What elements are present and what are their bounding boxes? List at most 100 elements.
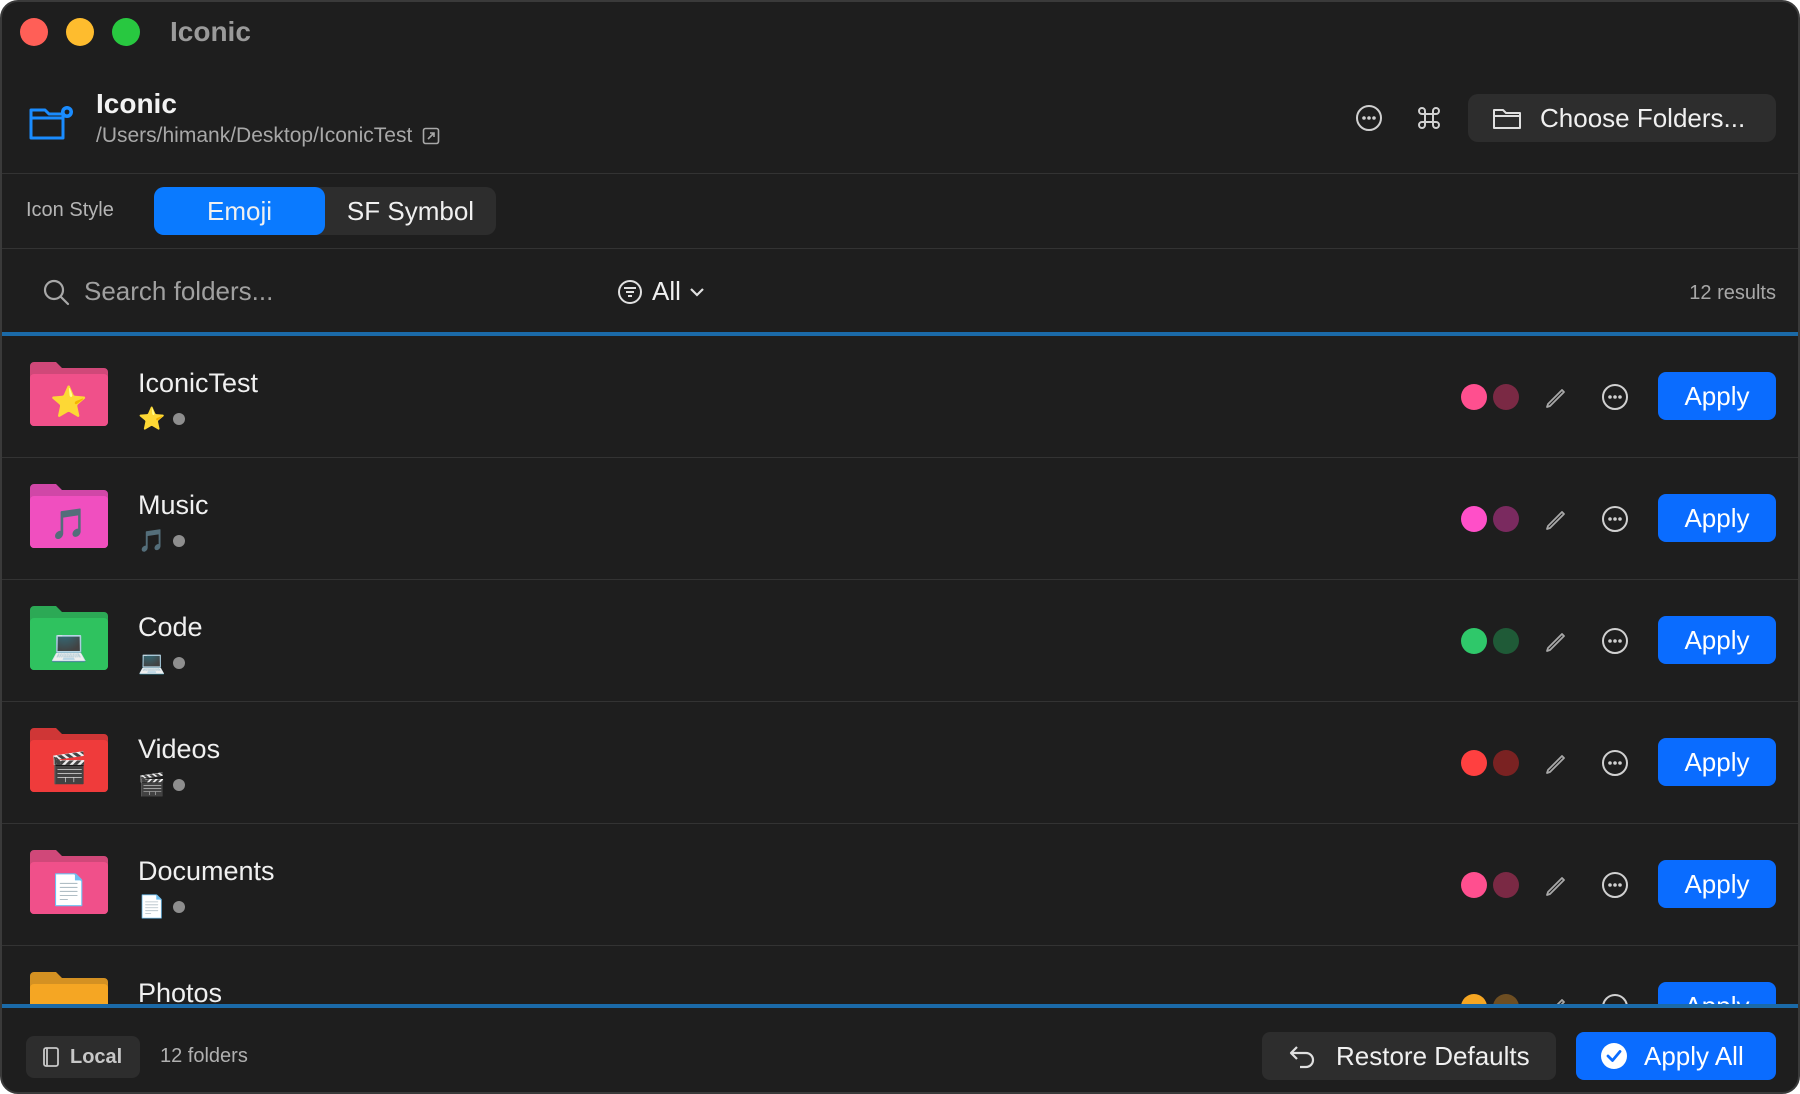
chevron-down-icon bbox=[690, 287, 704, 297]
restore-defaults-label: Restore Defaults bbox=[1336, 1040, 1530, 1071]
close-window-button[interactable] bbox=[20, 18, 48, 46]
primary-color-swatch[interactable] bbox=[1461, 628, 1487, 654]
folder-name: Documents bbox=[138, 856, 275, 886]
apply-button[interactable]: Apply bbox=[1658, 982, 1776, 1004]
pencil-icon[interactable] bbox=[1542, 870, 1570, 898]
restore-defaults-button[interactable]: Restore Defaults bbox=[1262, 1032, 1556, 1080]
folder-name: Code bbox=[138, 612, 203, 642]
status-dot bbox=[173, 779, 186, 791]
primary-color-swatch[interactable] bbox=[1461, 506, 1487, 532]
folder-icon bbox=[1493, 109, 1521, 129]
folder-emoji: 💻 bbox=[50, 629, 88, 663]
status-dot bbox=[173, 535, 186, 547]
storage-location-chip[interactable]: Local bbox=[26, 1036, 140, 1078]
search-icon bbox=[43, 279, 70, 306]
title-bar: Iconic bbox=[2, 2, 1798, 62]
keyboard-shortcuts-button[interactable] bbox=[1412, 101, 1446, 135]
pencil-icon[interactable] bbox=[1542, 626, 1570, 654]
search-input[interactable] bbox=[84, 270, 504, 312]
apply-button[interactable]: Apply bbox=[1658, 738, 1776, 786]
filter-label: All bbox=[652, 276, 681, 306]
apply-button[interactable]: Apply bbox=[1658, 860, 1776, 908]
secondary-color-swatch[interactable] bbox=[1493, 750, 1519, 776]
apply-button[interactable]: Apply bbox=[1658, 372, 1776, 420]
undo-arrow-icon bbox=[1289, 1046, 1315, 1069]
folder-name: Videos bbox=[138, 734, 221, 764]
folder-emoji: 📄 bbox=[50, 873, 88, 907]
search-bar: All 12 results bbox=[2, 250, 1798, 332]
folder-emoji-small: ⭐ bbox=[138, 406, 166, 431]
folder-emoji: 🎬 bbox=[50, 751, 88, 785]
secondary-color-swatch[interactable] bbox=[1493, 506, 1519, 532]
folder-emoji-small: 🎵 bbox=[138, 528, 166, 553]
pencil-icon[interactable] bbox=[1542, 748, 1570, 776]
filter-icon bbox=[618, 279, 642, 304]
apply-button[interactable]: Apply bbox=[1658, 494, 1776, 542]
ellipsis-circle-icon[interactable] bbox=[1600, 382, 1630, 412]
folder-row[interactable]: 🎵 Music 🎵 Apply bbox=[2, 458, 1798, 580]
primary-color-swatch[interactable] bbox=[1461, 872, 1487, 898]
zoom-window-button[interactable] bbox=[112, 18, 140, 46]
choose-folders-button[interactable]: Choose Folders... bbox=[1468, 94, 1776, 142]
icon-style-segmented-control: Emoji SF Symbol bbox=[154, 187, 496, 235]
primary-color-swatch[interactable] bbox=[1461, 750, 1487, 776]
folder-row[interactable]: 💻 Code 💻 Apply bbox=[2, 580, 1798, 702]
apply-all-label: Apply All bbox=[1644, 1040, 1744, 1071]
folder-list: ⭐ IconicTest ⭐ Apply 🎵 Music 🎵 Apply 💻 Code 💻 Apply… bbox=[2, 332, 1798, 1008]
results-count: 12 results bbox=[1689, 282, 1776, 304]
icon-style-label: Icon Style bbox=[26, 199, 114, 221]
folder-row[interactable]: 📄 Documents 📄 Apply bbox=[2, 824, 1798, 946]
ellipsis-circle-icon[interactable] bbox=[1600, 504, 1630, 534]
apply-button[interactable]: Apply bbox=[1658, 616, 1776, 664]
app-name: Iconic bbox=[96, 88, 177, 119]
folder-row[interactable]: 🎬 Videos 🎬 Apply bbox=[2, 702, 1798, 824]
ellipsis-circle-icon[interactable] bbox=[1600, 748, 1630, 778]
folder-subtitle: 🎵 bbox=[138, 528, 186, 554]
folders-count: 12 folders bbox=[160, 1045, 248, 1067]
traffic-lights bbox=[20, 18, 140, 46]
storage-location-label: Local bbox=[70, 1045, 123, 1068]
folder-emoji-small: 🎬 bbox=[138, 772, 166, 797]
pencil-icon[interactable] bbox=[1542, 504, 1570, 532]
path-text: /Users/himank/Desktop/IconicTest bbox=[96, 124, 413, 147]
window-title: Iconic bbox=[170, 16, 251, 47]
app-folder-gear-icon bbox=[29, 106, 73, 140]
secondary-color-swatch[interactable] bbox=[1493, 384, 1519, 410]
segment-sf-symbol[interactable]: SF Symbol bbox=[325, 187, 496, 235]
ellipsis-circle-icon[interactable] bbox=[1600, 626, 1630, 656]
status-dot bbox=[173, 413, 186, 425]
app-window: Iconic Iconic /Users/himank/Desktop/Icon… bbox=[0, 0, 1800, 1094]
minimize-window-button[interactable] bbox=[66, 18, 94, 46]
folder-row[interactable]: ⭐ IconicTest ⭐ Apply bbox=[2, 336, 1798, 458]
apply-all-button[interactable]: Apply All bbox=[1576, 1032, 1776, 1080]
ellipsis-circle-icon bbox=[1356, 105, 1382, 131]
folder-emoji: ⭐ bbox=[50, 385, 88, 419]
folder-name: Music bbox=[138, 490, 209, 520]
folder-emoji-small: 💻 bbox=[138, 650, 166, 675]
app-header: Iconic /Users/himank/Desktop/IconicTest bbox=[2, 62, 1798, 174]
more-options-button[interactable] bbox=[1352, 101, 1386, 135]
folder-emoji-small: 📄 bbox=[138, 894, 166, 919]
icon-style-row: Icon Style Emoji SF Symbol bbox=[2, 175, 1798, 249]
book-icon bbox=[43, 1047, 59, 1067]
primary-color-swatch[interactable] bbox=[1461, 384, 1487, 410]
checkmark-circle-icon bbox=[1601, 1043, 1627, 1069]
filter-dropdown[interactable]: All bbox=[616, 276, 705, 307]
pencil-icon[interactable] bbox=[1542, 992, 1570, 1008]
status-dot bbox=[173, 901, 186, 913]
folder-row[interactable]: Photos Apply bbox=[2, 946, 1798, 1008]
folder-subtitle: ⭐ bbox=[138, 406, 186, 432]
secondary-color-swatch[interactable] bbox=[1493, 628, 1519, 654]
folder-subtitle: 📄 bbox=[138, 894, 186, 920]
ellipsis-circle-icon[interactable] bbox=[1600, 870, 1630, 900]
ellipsis-circle-icon[interactable] bbox=[1600, 992, 1630, 1008]
reveal-in-finder-icon[interactable] bbox=[422, 127, 440, 145]
primary-color-swatch[interactable] bbox=[1461, 994, 1487, 1004]
folder-emoji bbox=[28, 986, 110, 1004]
pencil-icon[interactable] bbox=[1542, 382, 1570, 410]
segment-emoji[interactable]: Emoji bbox=[154, 187, 325, 235]
secondary-color-swatch[interactable] bbox=[1493, 994, 1519, 1004]
folder-name: Photos bbox=[138, 978, 223, 1008]
secondary-color-swatch[interactable] bbox=[1493, 872, 1519, 898]
folder-subtitle: 💻 bbox=[138, 650, 186, 676]
